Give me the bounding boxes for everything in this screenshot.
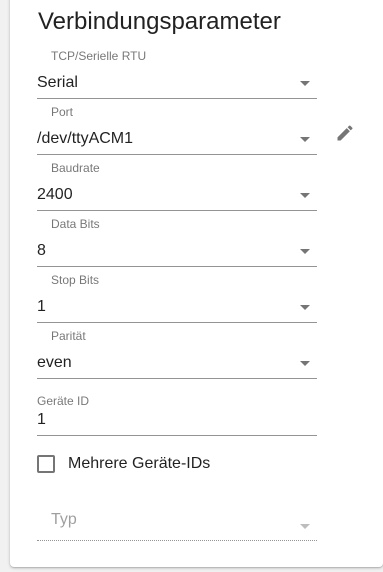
port-value: /dev/ttyACM1 (37, 130, 134, 147)
section-title: Verbindungsparameter (38, 8, 281, 35)
baudrate-select[interactable]: Baudrate 2400 (37, 161, 317, 211)
field-underline (37, 435, 317, 436)
connection-parameters-card: Verbindungsparameter TCP/Serielle RTU Se… (10, 0, 383, 567)
data-bits-value: 8 (37, 242, 46, 259)
connection-type-select[interactable]: TCP/Serielle RTU Serial (37, 49, 317, 99)
multiple-device-ids-checkbox[interactable] (37, 455, 55, 473)
port-label: Port (51, 105, 74, 119)
device-id-value: 1 (37, 411, 46, 428)
device-id-label: Geräte ID (37, 394, 90, 408)
connection-type-value: Serial (37, 74, 78, 91)
dropdown-arrow-icon (300, 81, 310, 86)
baudrate-value: 2400 (37, 186, 73, 203)
type-placeholder: Typ (51, 511, 77, 528)
dropdown-arrow-icon (300, 361, 310, 366)
device-id-input[interactable]: Geräte ID 1 (37, 394, 317, 442)
dropdown-arrow-icon (300, 193, 310, 198)
dropdown-arrow-icon (300, 524, 310, 529)
parity-select[interactable]: Parität even (37, 329, 317, 379)
dropdown-arrow-icon (300, 137, 310, 142)
edit-port-button[interactable] (331, 119, 359, 147)
pencil-icon (337, 125, 353, 141)
dropdown-arrow-icon (300, 249, 310, 254)
field-underline (37, 210, 317, 211)
connection-type-label: TCP/Serielle RTU (51, 49, 147, 63)
multiple-device-ids-label: Mehrere Geräte-IDs (68, 455, 211, 472)
parity-value: even (37, 354, 72, 371)
stop-bits-value: 1 (37, 298, 46, 315)
field-underline (37, 98, 317, 99)
type-select[interactable]: Typ (37, 508, 317, 548)
stop-bits-select[interactable]: Stop Bits 1 (37, 273, 317, 323)
stop-bits-label: Stop Bits (51, 273, 100, 287)
data-bits-select[interactable]: Data Bits 8 (37, 217, 317, 267)
field-underline-dotted (37, 540, 317, 541)
dropdown-arrow-icon (300, 305, 310, 310)
field-underline (37, 378, 317, 379)
parity-label: Parität (51, 329, 86, 343)
multiple-device-ids-checkbox-row[interactable]: Mehrere Geräte-IDs (37, 452, 210, 476)
port-select[interactable]: Port /dev/ttyACM1 (37, 105, 317, 155)
field-underline (37, 322, 317, 323)
field-underline (37, 266, 317, 267)
baudrate-label: Baudrate (51, 161, 100, 175)
data-bits-label: Data Bits (51, 217, 100, 231)
field-underline (37, 154, 317, 155)
